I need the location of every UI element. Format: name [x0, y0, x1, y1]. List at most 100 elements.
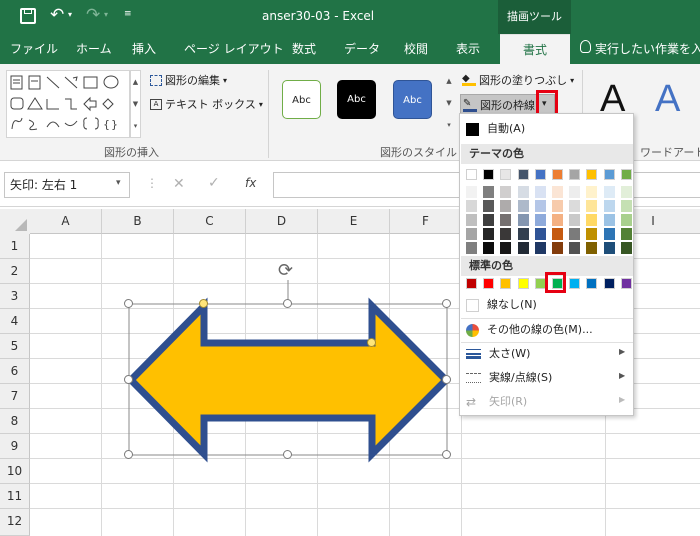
theme-shade-swatch[interactable] [500, 200, 512, 212]
theme-shade-swatch[interactable] [500, 186, 512, 198]
automatic-color-item[interactable]: 自動(A) [466, 118, 525, 140]
standard-color-swatch[interactable] [483, 278, 495, 289]
resize-handle-top-left[interactable] [124, 299, 133, 308]
theme-shade-swatch[interactable] [569, 228, 581, 240]
theme-color-swatch[interactable] [552, 169, 563, 180]
theme-shade-swatch[interactable] [552, 214, 563, 226]
theme-shade-swatch[interactable] [534, 242, 546, 254]
rotate-handle-icon[interactable]: ⟳ [278, 260, 293, 281]
theme-shade-swatch[interactable] [586, 214, 598, 226]
no-outline-swatch [466, 298, 479, 312]
theme-shade-swatch[interactable] [483, 186, 495, 198]
standard-color-swatch[interactable] [466, 278, 477, 289]
theme-shade-swatch[interactable] [466, 200, 477, 212]
resize-handle-right[interactable] [442, 375, 451, 384]
adjust-handle-shaft[interactable] [367, 338, 376, 347]
theme-shade-swatch[interactable] [569, 214, 581, 226]
theme-shade-swatch[interactable] [483, 242, 495, 254]
theme-shade-swatch[interactable] [620, 186, 632, 198]
resize-handle-left[interactable] [124, 375, 133, 384]
theme-shade-swatch[interactable] [534, 186, 546, 198]
arrows-label: 矢印(R) [489, 395, 528, 408]
theme-shade-swatch[interactable] [552, 186, 563, 198]
theme-shade-swatch[interactable] [586, 242, 598, 254]
theme-shade-swatch[interactable] [517, 200, 529, 212]
theme-shade-swatch[interactable] [586, 228, 598, 240]
theme-color-swatch[interactable] [534, 169, 546, 180]
no-outline-label: 線なし(N) [487, 298, 537, 311]
theme-shade-swatch[interactable] [534, 228, 546, 240]
line-weight-icon [466, 349, 481, 359]
theme-shade-swatch[interactable] [620, 228, 632, 240]
arrows-icon: ⇄ [466, 395, 477, 409]
theme-color-swatch[interactable] [466, 169, 477, 180]
standard-color-swatch[interactable] [500, 278, 512, 289]
resize-handle-top[interactable] [283, 299, 292, 308]
theme-shade-swatch[interactable] [586, 186, 598, 198]
theme-shade-swatch[interactable] [466, 214, 477, 226]
weight-label: 太さ(W) [489, 347, 531, 360]
theme-shade-swatch[interactable] [620, 242, 632, 254]
standard-color-swatch[interactable] [569, 278, 581, 289]
theme-shade-swatch[interactable] [603, 242, 615, 254]
adjust-handle-head[interactable] [199, 299, 208, 308]
theme-shade-swatch[interactable] [466, 242, 477, 254]
theme-shade-swatch[interactable] [466, 228, 477, 240]
theme-shade-swatch[interactable] [534, 200, 546, 212]
green-swatch-highlight [545, 272, 566, 293]
theme-shade-swatch[interactable] [517, 186, 529, 198]
theme-shade-swatch[interactable] [569, 242, 581, 254]
no-outline-item[interactable]: 線なし(N) [466, 294, 537, 316]
theme-shade-swatch[interactable] [569, 186, 581, 198]
arrows-submenu-arrow: ▶ [619, 395, 626, 404]
theme-shade-swatch[interactable] [483, 200, 495, 212]
theme-color-swatch[interactable] [517, 169, 529, 180]
theme-shade-swatch[interactable] [483, 214, 495, 226]
theme-shade-swatch[interactable] [620, 200, 632, 212]
dashes-item[interactable]: 実線/点線(S) [466, 367, 552, 389]
automatic-color-swatch [466, 122, 479, 136]
resize-handle-bottom[interactable] [283, 450, 292, 459]
theme-shade-swatch[interactable] [466, 186, 477, 198]
standard-color-swatch[interactable] [586, 278, 598, 289]
theme-shade-swatch[interactable] [483, 228, 495, 240]
theme-shade-swatch[interactable] [603, 186, 615, 198]
theme-shade-swatch[interactable] [603, 214, 615, 226]
resize-handle-bottom-left[interactable] [124, 450, 133, 459]
theme-shade-swatch[interactable] [586, 200, 598, 212]
standard-color-swatch[interactable] [517, 278, 529, 289]
theme-shade-swatch[interactable] [552, 200, 563, 212]
theme-color-swatch[interactable] [500, 169, 512, 180]
theme-color-swatch[interactable] [603, 169, 615, 180]
standard-color-swatch[interactable] [620, 278, 632, 289]
standard-color-swatch[interactable] [603, 278, 615, 289]
dashes-submenu-arrow: ▶ [619, 371, 626, 380]
theme-shade-swatch[interactable] [500, 242, 512, 254]
theme-shade-swatch[interactable] [517, 228, 529, 240]
theme-color-swatch[interactable] [569, 169, 581, 180]
resize-handle-bottom-right[interactable] [442, 450, 451, 459]
theme-shade-swatch[interactable] [500, 214, 512, 226]
theme-shade-swatch[interactable] [517, 242, 529, 254]
theme-shade-swatch[interactable] [620, 214, 632, 226]
weight-item[interactable]: 太さ(W) [466, 343, 530, 365]
theme-color-swatch[interactable] [586, 169, 598, 180]
automatic-color-label: 自動(A) [487, 122, 526, 135]
theme-shade-swatch[interactable] [534, 214, 546, 226]
more-colors-label: その他の線の色(M)... [487, 323, 593, 336]
theme-shade-swatch[interactable] [500, 228, 512, 240]
theme-shade-swatch[interactable] [552, 242, 563, 254]
weight-submenu-arrow: ▶ [619, 347, 626, 356]
color-wheel-icon [466, 323, 479, 337]
theme-shade-swatch[interactable] [517, 214, 529, 226]
theme-color-swatch[interactable] [620, 169, 632, 180]
more-colors-item[interactable]: その他の線の色(M)... [466, 319, 593, 341]
theme-shade-swatch[interactable] [603, 228, 615, 240]
theme-shade-swatch[interactable] [603, 200, 615, 212]
theme-shade-swatch[interactable] [552, 228, 563, 240]
theme-shade-swatch[interactable] [569, 200, 581, 212]
theme-color-swatch[interactable] [483, 169, 495, 180]
arrows-item: ⇄ 矢印(R) [466, 391, 527, 413]
dash-style-icon [466, 373, 481, 383]
resize-handle-top-right[interactable] [442, 299, 451, 308]
